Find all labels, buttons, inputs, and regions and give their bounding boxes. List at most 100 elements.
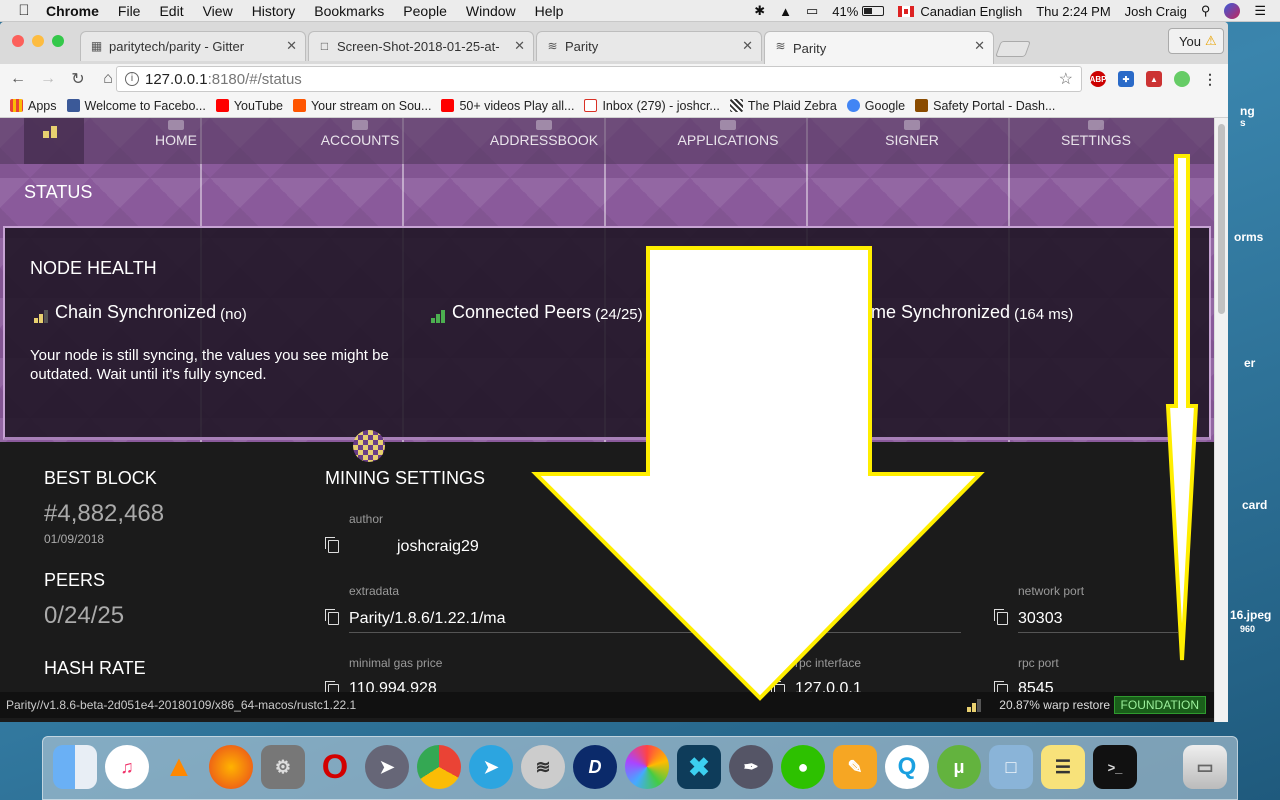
apple-menu-icon[interactable]:  [16,2,32,19]
bookmark-soundcloud[interactable]: Your stream on Sou... [292,98,432,113]
adblock-icon[interactable]: ABP [1090,71,1106,87]
nav-label: ADDRESSBOOK [489,132,599,148]
finder-icon[interactable] [53,745,97,789]
bookmark-plaid-zebra[interactable]: The Plaid Zebra [729,99,837,113]
opera-icon[interactable]: O [313,745,357,789]
bookmark-google[interactable]: Google [846,99,905,113]
maximize-window-button[interactable] [52,35,64,47]
tab-screenshot[interactable]: □ Screen-Shot-2018-01-25-at- ✕ [308,31,534,61]
time-sync-label: me Synchronized [871,302,1011,322]
close-tab-icon[interactable]: ✕ [286,38,297,54]
nav-home[interactable]: HOME [86,120,266,148]
minimize-window-button[interactable] [32,35,44,47]
network-port-field[interactable]: 30303 [1018,610,1063,628]
menu-history[interactable]: History [252,3,296,19]
input-source-label: Canadian English [920,3,1023,19]
telegram-icon[interactable]: ➤ [469,745,513,789]
nav-settings[interactable]: SETTINGS [1006,120,1186,148]
battery-status[interactable]: 41% [832,4,885,19]
profile-button[interactable]: You ⚠ [1168,28,1224,54]
bookmark-gmail[interactable]: Inbox (279) - joshcr... [584,99,720,113]
copy-icon[interactable] [994,609,1008,625]
desktop-file-label[interactable]: 16.jpeg [1230,608,1271,622]
spotlight-icon[interactable]: ⚲ [1201,3,1211,19]
menu-edit[interactable]: Edit [159,3,183,19]
scrollbar-thumb[interactable] [1218,124,1225,314]
preview-icon[interactable]: □ [989,745,1033,789]
siri-icon[interactable] [1224,3,1241,19]
nav-applications[interactable]: APPLICATIONS [638,120,818,148]
wechat-icon[interactable]: ● [781,745,825,789]
quicktime-icon[interactable]: Q [885,745,929,789]
close-window-button[interactable] [12,35,24,47]
notification-center-icon[interactable]: ☰ [1254,3,1266,19]
wifi-icon[interactable]: ▲ [779,4,792,19]
menu-people[interactable]: People [403,3,447,19]
bookmark-youtube[interactable]: YouTube [215,99,283,113]
close-tab-icon[interactable]: ✕ [974,38,985,54]
utorrent-icon[interactable]: μ [937,745,981,789]
bookmark-facebook[interactable]: Welcome to Facebo... [66,99,206,113]
copy-icon[interactable] [325,537,339,553]
script-editor-icon[interactable]: ✒ [729,745,773,789]
user-name[interactable]: Josh Craig [1125,4,1187,19]
bookmark-apps[interactable]: Apps [10,99,57,113]
launchpad-icon[interactable]: ➤ [365,745,409,789]
desktop-file-label[interactable]: s [1240,118,1246,129]
chrome-dock-icon[interactable] [417,745,461,789]
desktop-file-label[interactable]: orms [1234,230,1263,244]
nav-accounts[interactable]: ACCOUNTS [270,120,450,148]
nav-status-active[interactable] [24,118,84,164]
desktop-file-label[interactable]: 960 [1240,624,1255,634]
parity-dock-icon[interactable]: ≋ [521,745,565,789]
desktop-file-label[interactable]: er [1244,356,1255,370]
menu-help[interactable]: Help [535,3,564,19]
puzzle-extension-icon[interactable]: ✚ [1118,71,1134,87]
pdf-extension-icon[interactable]: ▲ [1146,71,1162,87]
exodus-icon[interactable]: ✖ [677,745,721,789]
bookmark-youtube-videos[interactable]: 50+ videos Play all... [441,99,574,113]
menu-file[interactable]: File [118,3,141,19]
nav-addressbook[interactable]: ADDRESSBOOK [454,120,634,148]
firefox-icon[interactable] [209,745,253,789]
chrome-menu-icon[interactable]: ⋮ [1202,71,1218,87]
copy-icon[interactable] [325,609,339,625]
trash-icon[interactable]: ▭ [1183,745,1227,789]
terminal-icon[interactable]: >_ [1093,745,1137,789]
address-bar[interactable]: i 127.0.0.1:8180/#/status ☆ [116,66,1082,92]
airplay-icon[interactable]: ▭ [806,3,818,19]
bookmark-label: Your stream on Sou... [310,98,432,113]
pages-icon[interactable]: ✎ [833,745,877,789]
vlc-icon[interactable]: ▲ [157,745,201,789]
new-tab-button[interactable] [995,41,1031,57]
close-tab-icon[interactable]: ✕ [514,38,525,54]
bluetooth-icon[interactable]: ✱ [754,3,765,19]
notes-icon[interactable]: ☰ [1041,745,1085,789]
desktop-file-label[interactable]: card [1242,498,1267,512]
digibyte-icon[interactable]: D [573,745,617,789]
bookmark-star-icon[interactable]: ☆ [1059,69,1073,89]
menu-window[interactable]: Window [466,3,516,19]
info-icon[interactable]: i [125,72,139,86]
system-preferences-icon[interactable]: ⚙ [261,745,305,789]
menu-view[interactable]: View [203,3,233,19]
nav-signer[interactable]: SIGNER [822,120,1002,148]
input-source[interactable]: Canadian English [898,4,1022,19]
tab-gitter[interactable]: ▦ paritytech/parity - Gitter ✕ [80,31,306,61]
menu-bookmarks[interactable]: Bookmarks [314,3,384,19]
bookmark-safety-portal[interactable]: Safety Portal - Dash... [915,99,1055,113]
extradata-field[interactable]: Parity/1.8.6/1.22.1/ma [349,610,506,628]
tab-parity[interactable]: ≋ Parity ✕ [536,31,762,61]
back-icon[interactable]: ← [6,67,30,91]
extension-icon[interactable] [1174,71,1190,87]
tab-parity-active[interactable]: ≋ Parity ✕ [764,31,994,64]
forward-icon[interactable]: → [36,67,60,91]
desktop-file-label[interactable]: ng [1240,104,1255,118]
close-tab-icon[interactable]: ✕ [742,38,753,54]
photos-icon[interactable] [625,745,669,789]
itunes-icon[interactable]: ♫ [105,745,149,789]
reload-icon[interactable]: ↻ [66,67,90,91]
page-scrollbar[interactable] [1214,118,1228,722]
clock[interactable]: Thu 2:24 PM [1036,4,1110,19]
app-menu[interactable]: Chrome [46,3,99,19]
